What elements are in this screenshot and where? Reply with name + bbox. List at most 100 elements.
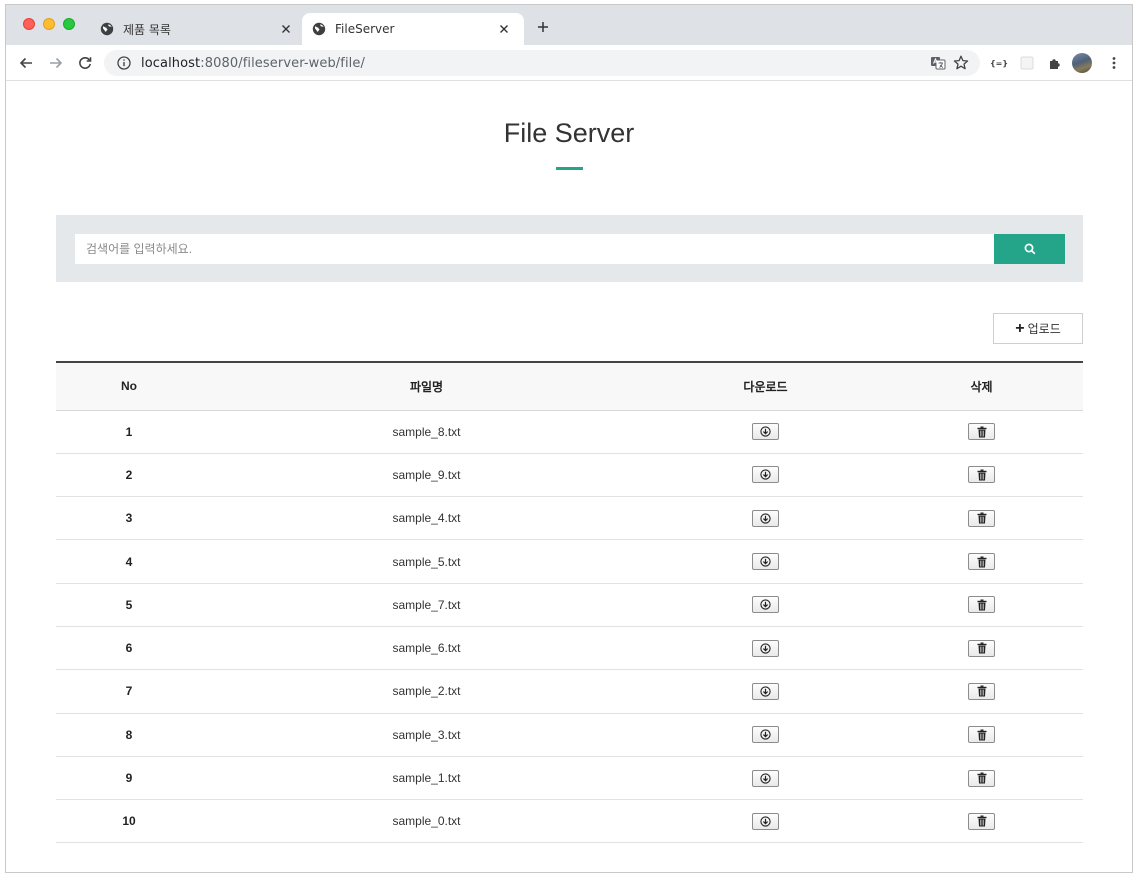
- info-icon[interactable]: [117, 56, 131, 70]
- upload-button[interactable]: + 업로드: [993, 313, 1083, 344]
- delete-button[interactable]: [968, 423, 995, 441]
- download-icon: [760, 599, 771, 610]
- extension-icon[interactable]: [1019, 55, 1035, 71]
- delete-button[interactable]: [968, 639, 995, 657]
- delete-cell: [880, 410, 1083, 453]
- download-button[interactable]: [752, 682, 779, 700]
- row-number: 4: [125, 554, 133, 569]
- download-icon: [760, 816, 771, 827]
- download-icon: [760, 642, 771, 654]
- trash-icon: [977, 599, 986, 611]
- download-button[interactable]: [752, 423, 779, 441]
- file-table-body: 1 sample_8.txt 2 sample_9.txt 3 sample_4…: [56, 410, 1083, 843]
- download-button[interactable]: [752, 466, 779, 484]
- delete-button[interactable]: [968, 596, 995, 614]
- download-cell: [651, 626, 880, 669]
- row-number: 2: [125, 467, 133, 482]
- download-icon: [760, 556, 771, 567]
- download-cell: [651, 800, 880, 843]
- download-button[interactable]: [752, 726, 779, 744]
- delete-button[interactable]: [968, 726, 995, 744]
- file-name: sample_8.txt: [392, 424, 461, 439]
- search-button[interactable]: [994, 234, 1065, 264]
- download-icon: [760, 513, 771, 524]
- delete-cell: [880, 453, 1083, 496]
- page-content: File Server + 업로드 No 파일명 다운로드 삭제 1: [6, 82, 1132, 872]
- row-number: 7: [125, 684, 133, 699]
- download-cell: [651, 540, 880, 583]
- delete-cell: [880, 670, 1083, 713]
- download-button[interactable]: [752, 553, 779, 571]
- download-icon: [760, 469, 771, 481]
- maximize-window-button[interactable]: [63, 18, 75, 30]
- delete-button[interactable]: [968, 509, 995, 527]
- search-input[interactable]: [75, 234, 994, 264]
- reload-icon: [79, 56, 92, 69]
- tab-title: 제품 목록: [123, 22, 171, 37]
- upload-label: 업로드: [1027, 322, 1061, 336]
- title-underline: [556, 167, 583, 170]
- forward-button[interactable]: [47, 54, 65, 72]
- file-name: sample_6.txt: [392, 641, 461, 656]
- search-panel: [56, 215, 1083, 282]
- back-button[interactable]: [17, 54, 35, 72]
- trash-icon: [977, 815, 986, 827]
- extension-icon[interactable]: {=}: [990, 55, 1008, 71]
- delete-button[interactable]: [968, 682, 995, 700]
- close-icon[interactable]: [278, 21, 294, 37]
- download-icon: [760, 729, 771, 740]
- tab-product-list[interactable]: 제품 목록: [90, 13, 306, 45]
- address-bar[interactable]: localhost:8080/fileserver-web/file/: [104, 50, 980, 76]
- close-window-button[interactable]: [23, 18, 35, 30]
- page-title: File Server: [503, 118, 635, 148]
- delete-button[interactable]: [968, 812, 995, 830]
- file-name: sample_1.txt: [392, 771, 461, 786]
- trash-icon: [977, 772, 986, 784]
- row-number: 10: [122, 814, 136, 829]
- download-icon: [760, 426, 771, 437]
- new-tab-button[interactable]: [534, 18, 552, 36]
- url-path: :8080/fileserver-web/file/: [200, 55, 365, 71]
- url-text[interactable]: localhost:8080/fileserver-web/file/: [141, 56, 365, 71]
- file-name: sample_2.txt: [392, 684, 461, 699]
- minimize-window-button[interactable]: [43, 18, 55, 30]
- tab-title: FileServer: [335, 22, 395, 36]
- download-button[interactable]: [752, 812, 779, 830]
- row-number: 5: [125, 597, 133, 612]
- column-header-delete: 삭제: [970, 379, 993, 394]
- bookmark-star-icon[interactable]: [952, 54, 970, 72]
- download-button[interactable]: [752, 639, 779, 657]
- table-row: 4 sample_5.txt: [56, 540, 1083, 584]
- table-row: 10 sample_0.txt: [56, 800, 1083, 843]
- search-icon: [1024, 243, 1035, 255]
- row-number: 3: [125, 511, 133, 526]
- tab-fileserver[interactable]: FileServer: [302, 13, 524, 45]
- delete-button[interactable]: [968, 553, 995, 571]
- kebab-menu-icon[interactable]: [1106, 55, 1122, 71]
- download-button[interactable]: [752, 596, 779, 614]
- plus-icon: [538, 22, 548, 32]
- download-icon: [760, 772, 771, 784]
- profile-avatar[interactable]: [1072, 53, 1092, 73]
- globe-icon: [100, 22, 114, 36]
- plus-icon: +: [1015, 319, 1025, 337]
- delete-button[interactable]: [968, 466, 995, 484]
- browser-toolbar: localhost:8080/fileserver-web/file/ {=}: [6, 45, 1132, 81]
- trash-icon: [977, 685, 986, 697]
- download-cell: [651, 756, 880, 799]
- table-header-row: No 파일명 다운로드 삭제: [56, 362, 1083, 410]
- browser-window: 제품 목록 FileServer localhost:8080/fileserv…: [5, 4, 1133, 873]
- translate-icon[interactable]: [930, 55, 946, 71]
- tab-strip: 제품 목록 FileServer: [6, 5, 1132, 45]
- close-icon[interactable]: [496, 21, 512, 37]
- reload-button[interactable]: [76, 54, 94, 72]
- download-button[interactable]: [752, 509, 779, 527]
- download-icon: [760, 686, 771, 697]
- download-button[interactable]: [752, 769, 779, 787]
- trash-icon: [977, 556, 986, 568]
- delete-button[interactable]: [968, 769, 995, 787]
- file-name: sample_4.txt: [392, 511, 461, 526]
- puzzle-icon[interactable]: [1047, 55, 1063, 71]
- trash-icon: [977, 512, 986, 524]
- delete-cell: [880, 583, 1083, 626]
